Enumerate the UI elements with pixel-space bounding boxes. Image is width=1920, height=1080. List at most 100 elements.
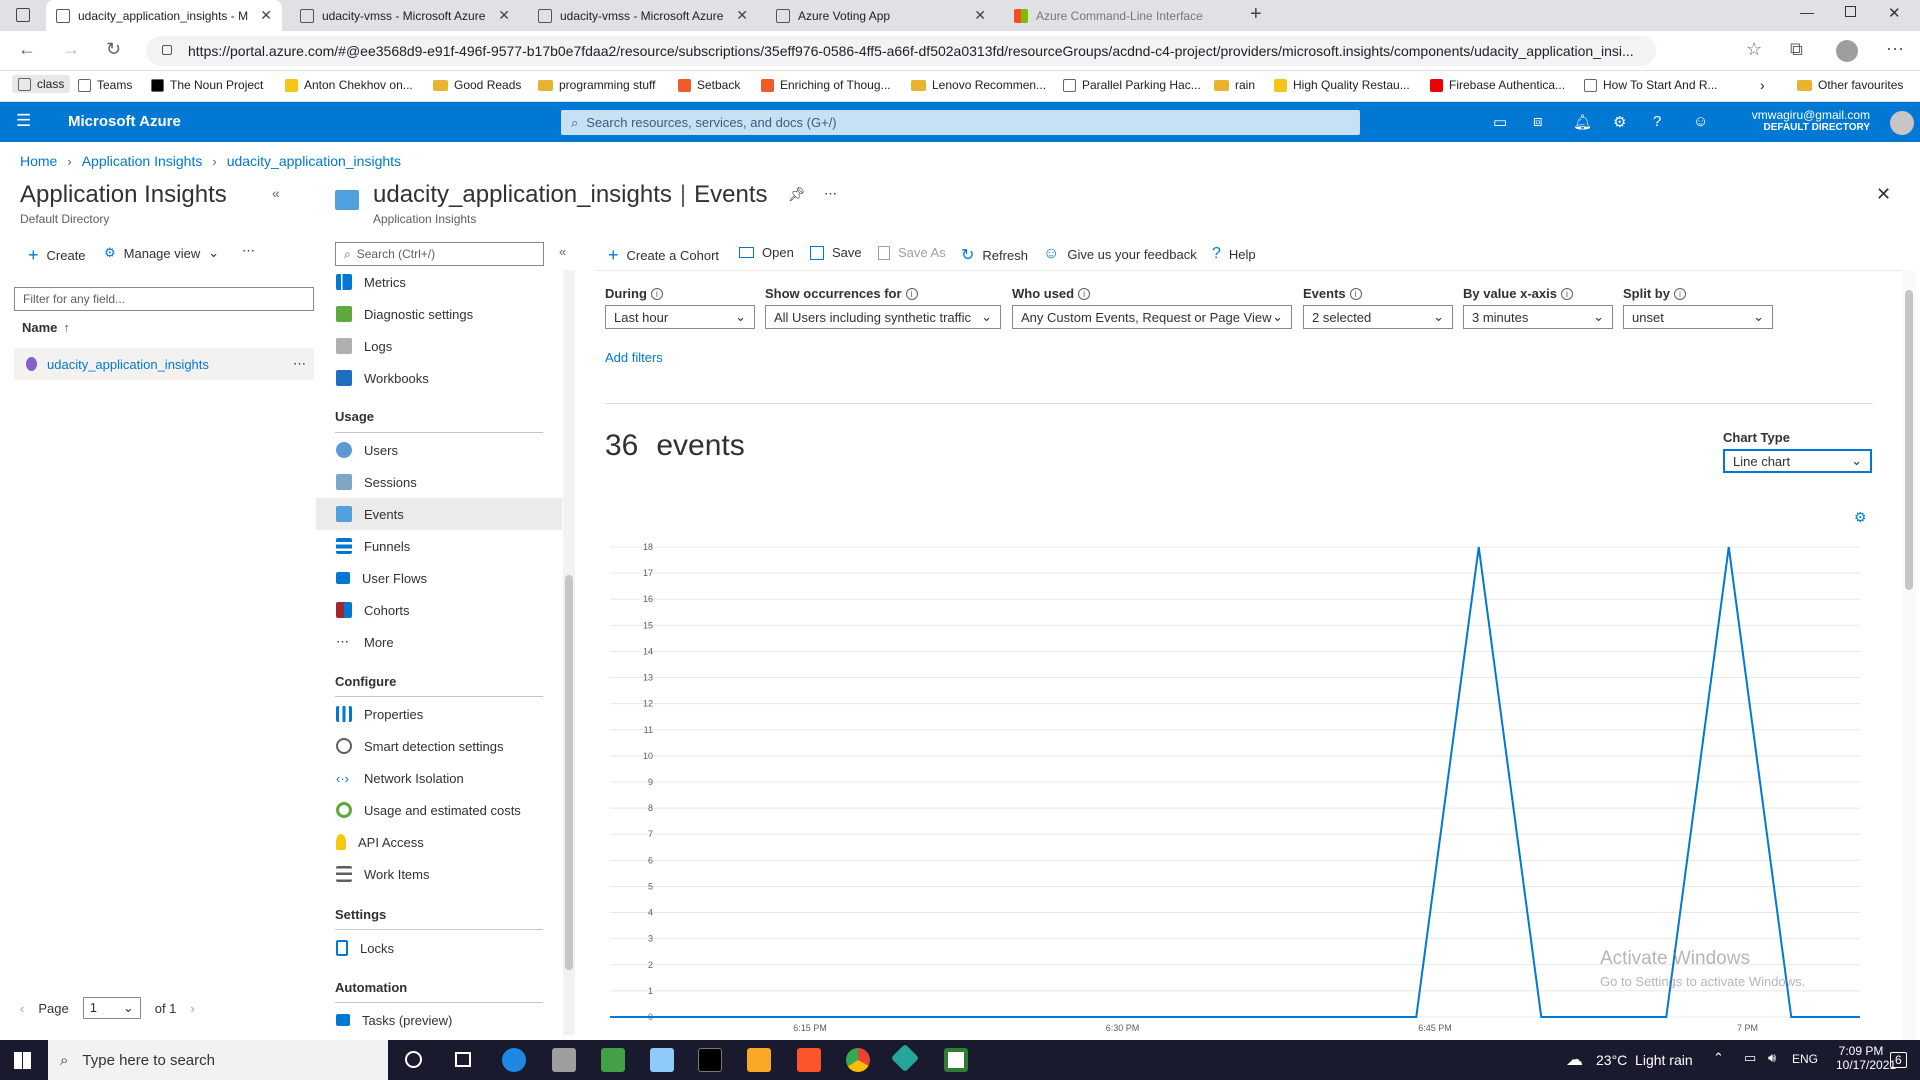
language-indicator[interactable]: ENG <box>1792 1052 1818 1066</box>
app-icon[interactable] <box>890 1043 920 1073</box>
manage-view-button[interactable]: ⚙ Manage view ⌄ <box>104 245 219 261</box>
menu-item-network-isolation[interactable]: ‹·› Network Isolation <box>336 762 562 794</box>
close-window-icon[interactable]: ✕ <box>1888 4 1901 22</box>
breadcrumb-home[interactable]: Home <box>20 153 57 169</box>
menu-item-more[interactable]: ⋯ More <box>336 626 562 658</box>
directory-filter-icon[interactable]: ⧈ <box>1533 113 1543 130</box>
app-icon[interactable] <box>601 1048 625 1072</box>
bookmark[interactable]: How To Start And R... <box>1584 78 1718 92</box>
info-icon[interactable]: i <box>905 287 918 300</box>
help-icon[interactable]: ? <box>1653 113 1661 130</box>
by-value-select[interactable]: 3 minutes ⌄ <box>1463 305 1613 329</box>
menu-item-locks[interactable]: Locks <box>336 932 562 964</box>
feedback-icon[interactable]: ☺ <box>1693 113 1708 130</box>
tab-azure-cli[interactable]: Azure Command-Line Interface <box>1004 0 1234 31</box>
edge-icon[interactable] <box>502 1048 526 1072</box>
collections-icon[interactable]: ⧉ <box>1790 39 1803 60</box>
new-tab-icon[interactable]: + <box>1250 3 1262 26</box>
create-button[interactable]: + Create <box>28 245 86 266</box>
more-options-icon[interactable]: ⋯ <box>824 186 837 202</box>
volume-icon[interactable]: 🔊︎ <box>1768 1050 1776 1066</box>
menu-item-tasks[interactable]: Tasks (preview) <box>336 1004 562 1036</box>
cloud-shell-icon[interactable]: ▭ <box>1493 113 1507 131</box>
info-icon[interactable]: i <box>1349 287 1362 300</box>
add-filters-link[interactable]: Add filters <box>605 350 663 365</box>
page-select[interactable]: 1 ⌄ <box>82 997 141 1019</box>
app-icon[interactable] <box>944 1048 968 1072</box>
menu-item-cohorts[interactable]: Cohorts <box>336 594 562 626</box>
notification-badge[interactable]: 6 <box>1890 1052 1907 1068</box>
menu-item-funnels[interactable]: Funnels <box>336 530 562 562</box>
avatar[interactable] <box>1890 111 1914 135</box>
close-tab-icon[interactable]: ✕ <box>260 7 272 24</box>
chrome-icon[interactable] <box>846 1048 870 1072</box>
chevron-up-icon[interactable]: ⌃ <box>1713 1050 1724 1066</box>
tab-actions-icon[interactable] <box>16 8 30 22</box>
tab-vmss-2[interactable]: udacity-vmss - Microsoft Azure ✕ <box>528 0 758 31</box>
tab-app-insights[interactable]: udacity_application_insights - M ✕ <box>46 0 282 31</box>
name-column-header[interactable]: Name ↑ <box>22 320 70 335</box>
scrollbar-thumb[interactable] <box>1905 290 1913 590</box>
gear-icon[interactable]: ⚙ <box>1613 113 1626 131</box>
prev-page-icon[interactable]: ‹ <box>20 1001 24 1016</box>
events-select[interactable]: 2 selected ⌄ <box>1303 305 1453 329</box>
menu-item-events[interactable]: Events <box>316 498 562 530</box>
next-page-icon[interactable]: › <box>190 1001 194 1016</box>
menu-item-api-access[interactable]: API Access <box>336 826 562 858</box>
weather-icon[interactable]: ☁ <box>1566 1050 1583 1070</box>
chart-settings-icon[interactable]: ⚙ <box>1854 509 1867 526</box>
info-icon[interactable]: i <box>650 287 663 300</box>
more-options-icon[interactable]: ⋯ <box>242 243 255 259</box>
create-cohort-button[interactable]: + Create a Cohort <box>608 245 719 266</box>
bookmark[interactable]: programming stuff <box>538 78 656 92</box>
breadcrumb-resource[interactable]: udacity_application_insights <box>227 153 401 169</box>
maximize-icon[interactable] <box>1845 6 1856 17</box>
url-field[interactable]: https://portal.azure.com/#@ee3568d9-e91f… <box>146 36 1656 66</box>
info-icon[interactable]: i <box>1078 287 1091 300</box>
bookmark[interactable]: Anton Chekhov on... <box>285 78 413 92</box>
menu-item-users[interactable]: Users <box>336 434 562 466</box>
menu-search-input[interactable]: ⌕ Search (Ctrl+/) <box>335 242 544 266</box>
bookmark[interactable]: class <box>12 75 71 93</box>
collapse-blade-icon[interactable]: « <box>272 185 280 201</box>
bookmark[interactable]: Parallel Parking Hac... <box>1063 78 1201 92</box>
close-tab-icon[interactable]: ✕ <box>974 7 986 24</box>
who-used-select[interactable]: Any Custom Events, Request or Page View ⌄ <box>1012 305 1292 329</box>
chevron-right-icon[interactable]: › <box>1760 77 1765 93</box>
cortana-icon[interactable] <box>405 1051 422 1068</box>
tab-voting-app[interactable]: Azure Voting App ✕ <box>766 0 996 31</box>
bookmark[interactable]: Teams <box>78 78 132 92</box>
chart-type-select[interactable]: Line chart ⌄ <box>1723 449 1872 473</box>
pin-icon[interactable]: 📌︎ <box>788 186 806 203</box>
bookmark[interactable]: High Quality Restau... <box>1274 78 1410 92</box>
during-select[interactable]: Last hour ⌄ <box>605 305 755 329</box>
bookmark[interactable]: Enriching of Thoug... <box>761 78 891 92</box>
menu-item-user-flows[interactable]: User Flows <box>336 562 562 594</box>
terminal-icon[interactable] <box>698 1048 722 1072</box>
scrollbar-thumb[interactable] <box>565 575 573 970</box>
account-info[interactable]: vmwagiru@gmail.com DEFAULT DIRECTORY <box>1718 108 1870 133</box>
global-search-input[interactable]: ⌕ Search resources, services, and docs (… <box>561 110 1360 135</box>
more-options-icon[interactable]: ⋯ <box>293 356 306 372</box>
menu-item-work-items[interactable]: Work Items <box>336 858 562 890</box>
split-by-select[interactable]: unset ⌄ <box>1623 305 1773 329</box>
task-view-icon[interactable] <box>455 1052 471 1067</box>
network-icon[interactable]: ▭ <box>1744 1050 1756 1066</box>
feedback-button[interactable]: ☺ Give us your feedback <box>1043 245 1197 263</box>
bookmark[interactable]: Firebase Authentica... <box>1430 78 1565 92</box>
list-item[interactable]: udacity_application_insights ⋯ <box>14 348 314 380</box>
menu-item-smart-detection[interactable]: Smart detection settings <box>336 730 562 762</box>
open-button[interactable]: Open <box>739 245 794 260</box>
windows-start-icon[interactable] <box>14 1052 31 1069</box>
main-scrollbar[interactable] <box>1902 270 1916 1040</box>
folder-icon[interactable] <box>747 1048 771 1072</box>
collapse-menu-icon[interactable]: « <box>559 244 566 259</box>
bookmark[interactable]: The Noun Project <box>151 78 263 92</box>
bookmark[interactable]: rain <box>1214 78 1255 92</box>
filter-input[interactable]: Filter for any field... <box>14 287 314 311</box>
reload-icon[interactable]: ↻ <box>106 39 121 60</box>
more-menu-icon[interactable]: ⋯ <box>1886 39 1904 60</box>
menu-item-metrics[interactable]: Metrics <box>336 266 562 298</box>
info-icon[interactable]: i <box>1560 287 1573 300</box>
menu-scrollbar[interactable] <box>563 270 575 1035</box>
